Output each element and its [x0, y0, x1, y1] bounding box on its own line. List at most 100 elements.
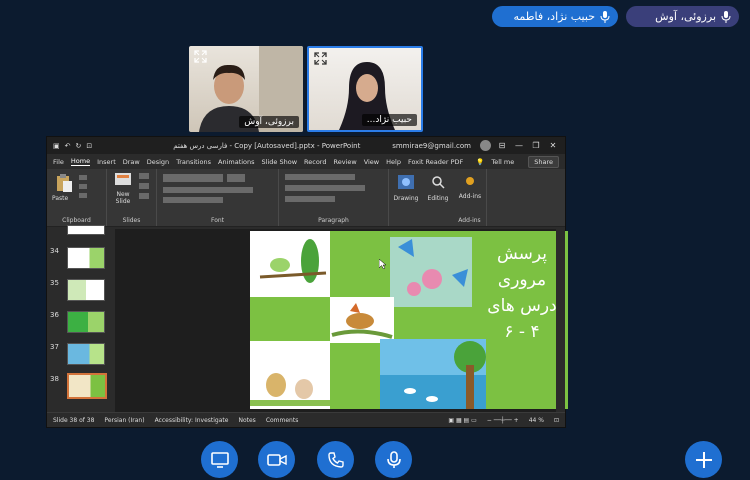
fullscreen-icon[interactable] [314, 52, 327, 65]
microphone-button[interactable] [375, 441, 412, 478]
camera-button[interactable] [258, 441, 295, 478]
microphone-icon [600, 10, 610, 23]
participant-name: برزوئی، آوش [655, 10, 716, 23]
tab-file[interactable]: File [53, 158, 64, 166]
share-button[interactable]: Share [528, 155, 559, 168]
tell-me-search[interactable]: Tell me [491, 158, 514, 166]
add-button[interactable] [685, 441, 722, 478]
copy-icon[interactable] [79, 184, 87, 189]
find-icon[interactable] [431, 175, 445, 189]
vertical-scrollbar[interactable] [556, 229, 565, 412]
list-buttons[interactable] [285, 174, 355, 180]
present-icon[interactable]: ⊡ [86, 142, 92, 150]
normal-view-icon[interactable]: ▣ ▦ ▤ ▭ [448, 417, 476, 424]
participant-chip-1[interactable]: حبیب نژاد، فاطمه [492, 6, 618, 27]
close-button[interactable]: ✕ [547, 141, 559, 150]
parrots-image [250, 231, 330, 297]
video-tile-2[interactable]: حبیب نژاد... [307, 46, 423, 132]
addins-button[interactable]: Add-ins [453, 193, 487, 200]
notes-button[interactable]: Notes [238, 417, 255, 424]
alignment-buttons[interactable] [285, 185, 365, 191]
tab-design[interactable]: Design [147, 158, 169, 166]
font-label: Font [210, 217, 225, 224]
slide-number: 35 [50, 279, 59, 287]
tab-insert[interactable]: Insert [97, 158, 116, 166]
call-button[interactable] [317, 441, 354, 478]
fit-slide-icon[interactable]: ⊡ [554, 417, 559, 424]
shapes-icon[interactable] [398, 175, 414, 189]
slide-thumbnail[interactable] [67, 247, 105, 269]
tab-draw[interactable]: Draw [123, 158, 140, 166]
slide-thumbnail[interactable] [67, 343, 105, 365]
cut-icon[interactable] [79, 175, 87, 180]
tab-foxit[interactable]: Foxit Reader PDF [408, 158, 463, 166]
tab-review[interactable]: Review [333, 158, 356, 166]
new-slide-button[interactable]: New Slide [109, 191, 137, 205]
river-tree-image [380, 339, 486, 409]
camera-icon [266, 453, 287, 466]
participant-name-label: حبیب نژاد... [361, 114, 417, 126]
format-painter-icon[interactable] [79, 193, 87, 198]
lightbulb-icon: 💡 [476, 157, 485, 166]
ribbon-display-icon[interactable]: ⊟ [496, 141, 508, 150]
phone-icon [327, 451, 344, 468]
tab-home[interactable]: Home [70, 157, 91, 166]
tab-transitions[interactable]: Transitions [176, 158, 211, 166]
document-title: فارسی درس هفتم - Copy [Autosaved].pptx -… [173, 141, 361, 150]
font-color-buttons[interactable] [163, 197, 223, 203]
slide-title-line: مروری [497, 270, 547, 290]
fullscreen-icon[interactable] [194, 50, 207, 63]
accessibility-status[interactable]: Accessibility: Investigate [155, 417, 229, 424]
slide-thumbnail[interactable] [67, 311, 105, 333]
slide-thumbnail[interactable] [67, 279, 105, 301]
paragraph-label: Paragraph [318, 217, 349, 224]
participant-name: حبیب نژاد، فاطمه [513, 10, 596, 23]
maximize-button[interactable]: ❐ [530, 141, 542, 150]
paragraph-group: Paragraph [279, 169, 389, 226]
font-format-buttons[interactable] [163, 187, 253, 193]
share-screen-button[interactable] [201, 441, 238, 478]
minimize-button[interactable]: — [513, 141, 525, 150]
tab-slide-show[interactable]: Slide Show [262, 158, 297, 166]
video-tile-1[interactable]: برزوئی، آوش [189, 46, 303, 132]
font-size-select[interactable] [227, 174, 245, 182]
comments-button[interactable]: Comments [266, 417, 299, 424]
addins-group: Add-ins Add-ins [453, 169, 487, 226]
slide-thumbnail[interactable] [67, 225, 105, 235]
zoom-level[interactable]: 44 % [529, 417, 544, 424]
reset-icon[interactable] [139, 183, 149, 189]
font-name-select[interactable] [163, 174, 223, 182]
tab-help[interactable]: Help [386, 158, 401, 166]
title-bar: ▣ ↶ ↻ ⊡ فارسی درس هفتم - Copy [Autosaved… [47, 137, 565, 154]
direction-buttons[interactable] [285, 196, 335, 202]
slide-number: 38 [50, 375, 59, 383]
layout-icon[interactable] [139, 173, 149, 179]
addins-icon[interactable] [464, 175, 476, 187]
tab-record[interactable]: Record [304, 158, 326, 166]
screen-share-icon [210, 451, 229, 468]
powerpoint-window: ▣ ↶ ↻ ⊡ فارسی درس هفتم - Copy [Autosaved… [46, 136, 568, 428]
section-icon[interactable] [139, 193, 149, 199]
language-status[interactable]: Persian (Iran) [104, 417, 144, 424]
zoom-slider[interactable]: − ──┼── + [487, 417, 519, 424]
drawing-group: Drawing [389, 169, 423, 226]
editor-area: 34 35 36 37 38 پرسش مروری درس های ۴ - ۶ [47, 225, 568, 412]
slide-thumbnail-selected[interactable] [67, 373, 107, 399]
drawing-button[interactable]: Drawing [391, 195, 421, 202]
tab-animations[interactable]: Animations [218, 158, 255, 166]
microphone-icon [721, 10, 731, 23]
new-slide-icon[interactable] [115, 173, 131, 187]
account-email: smmirae9@gmail.com [392, 141, 471, 150]
rabbits-image [250, 341, 330, 409]
participant-name-label: برزوئی، آوش [239, 116, 299, 128]
editing-button[interactable]: Editing [423, 195, 453, 202]
participant-chip-2[interactable]: برزوئی، آوش [626, 6, 739, 27]
save-icon[interactable]: ▣ [53, 142, 60, 150]
tab-view[interactable]: View [364, 158, 379, 166]
paste-button[interactable]: Paste [52, 195, 68, 202]
slide-title: پرسش مروری درس های ۴ - ۶ [482, 241, 562, 345]
redo-icon[interactable]: ↻ [76, 142, 82, 150]
undo-icon[interactable]: ↶ [65, 142, 71, 150]
avatar[interactable] [480, 140, 491, 151]
paste-icon[interactable] [55, 173, 73, 193]
